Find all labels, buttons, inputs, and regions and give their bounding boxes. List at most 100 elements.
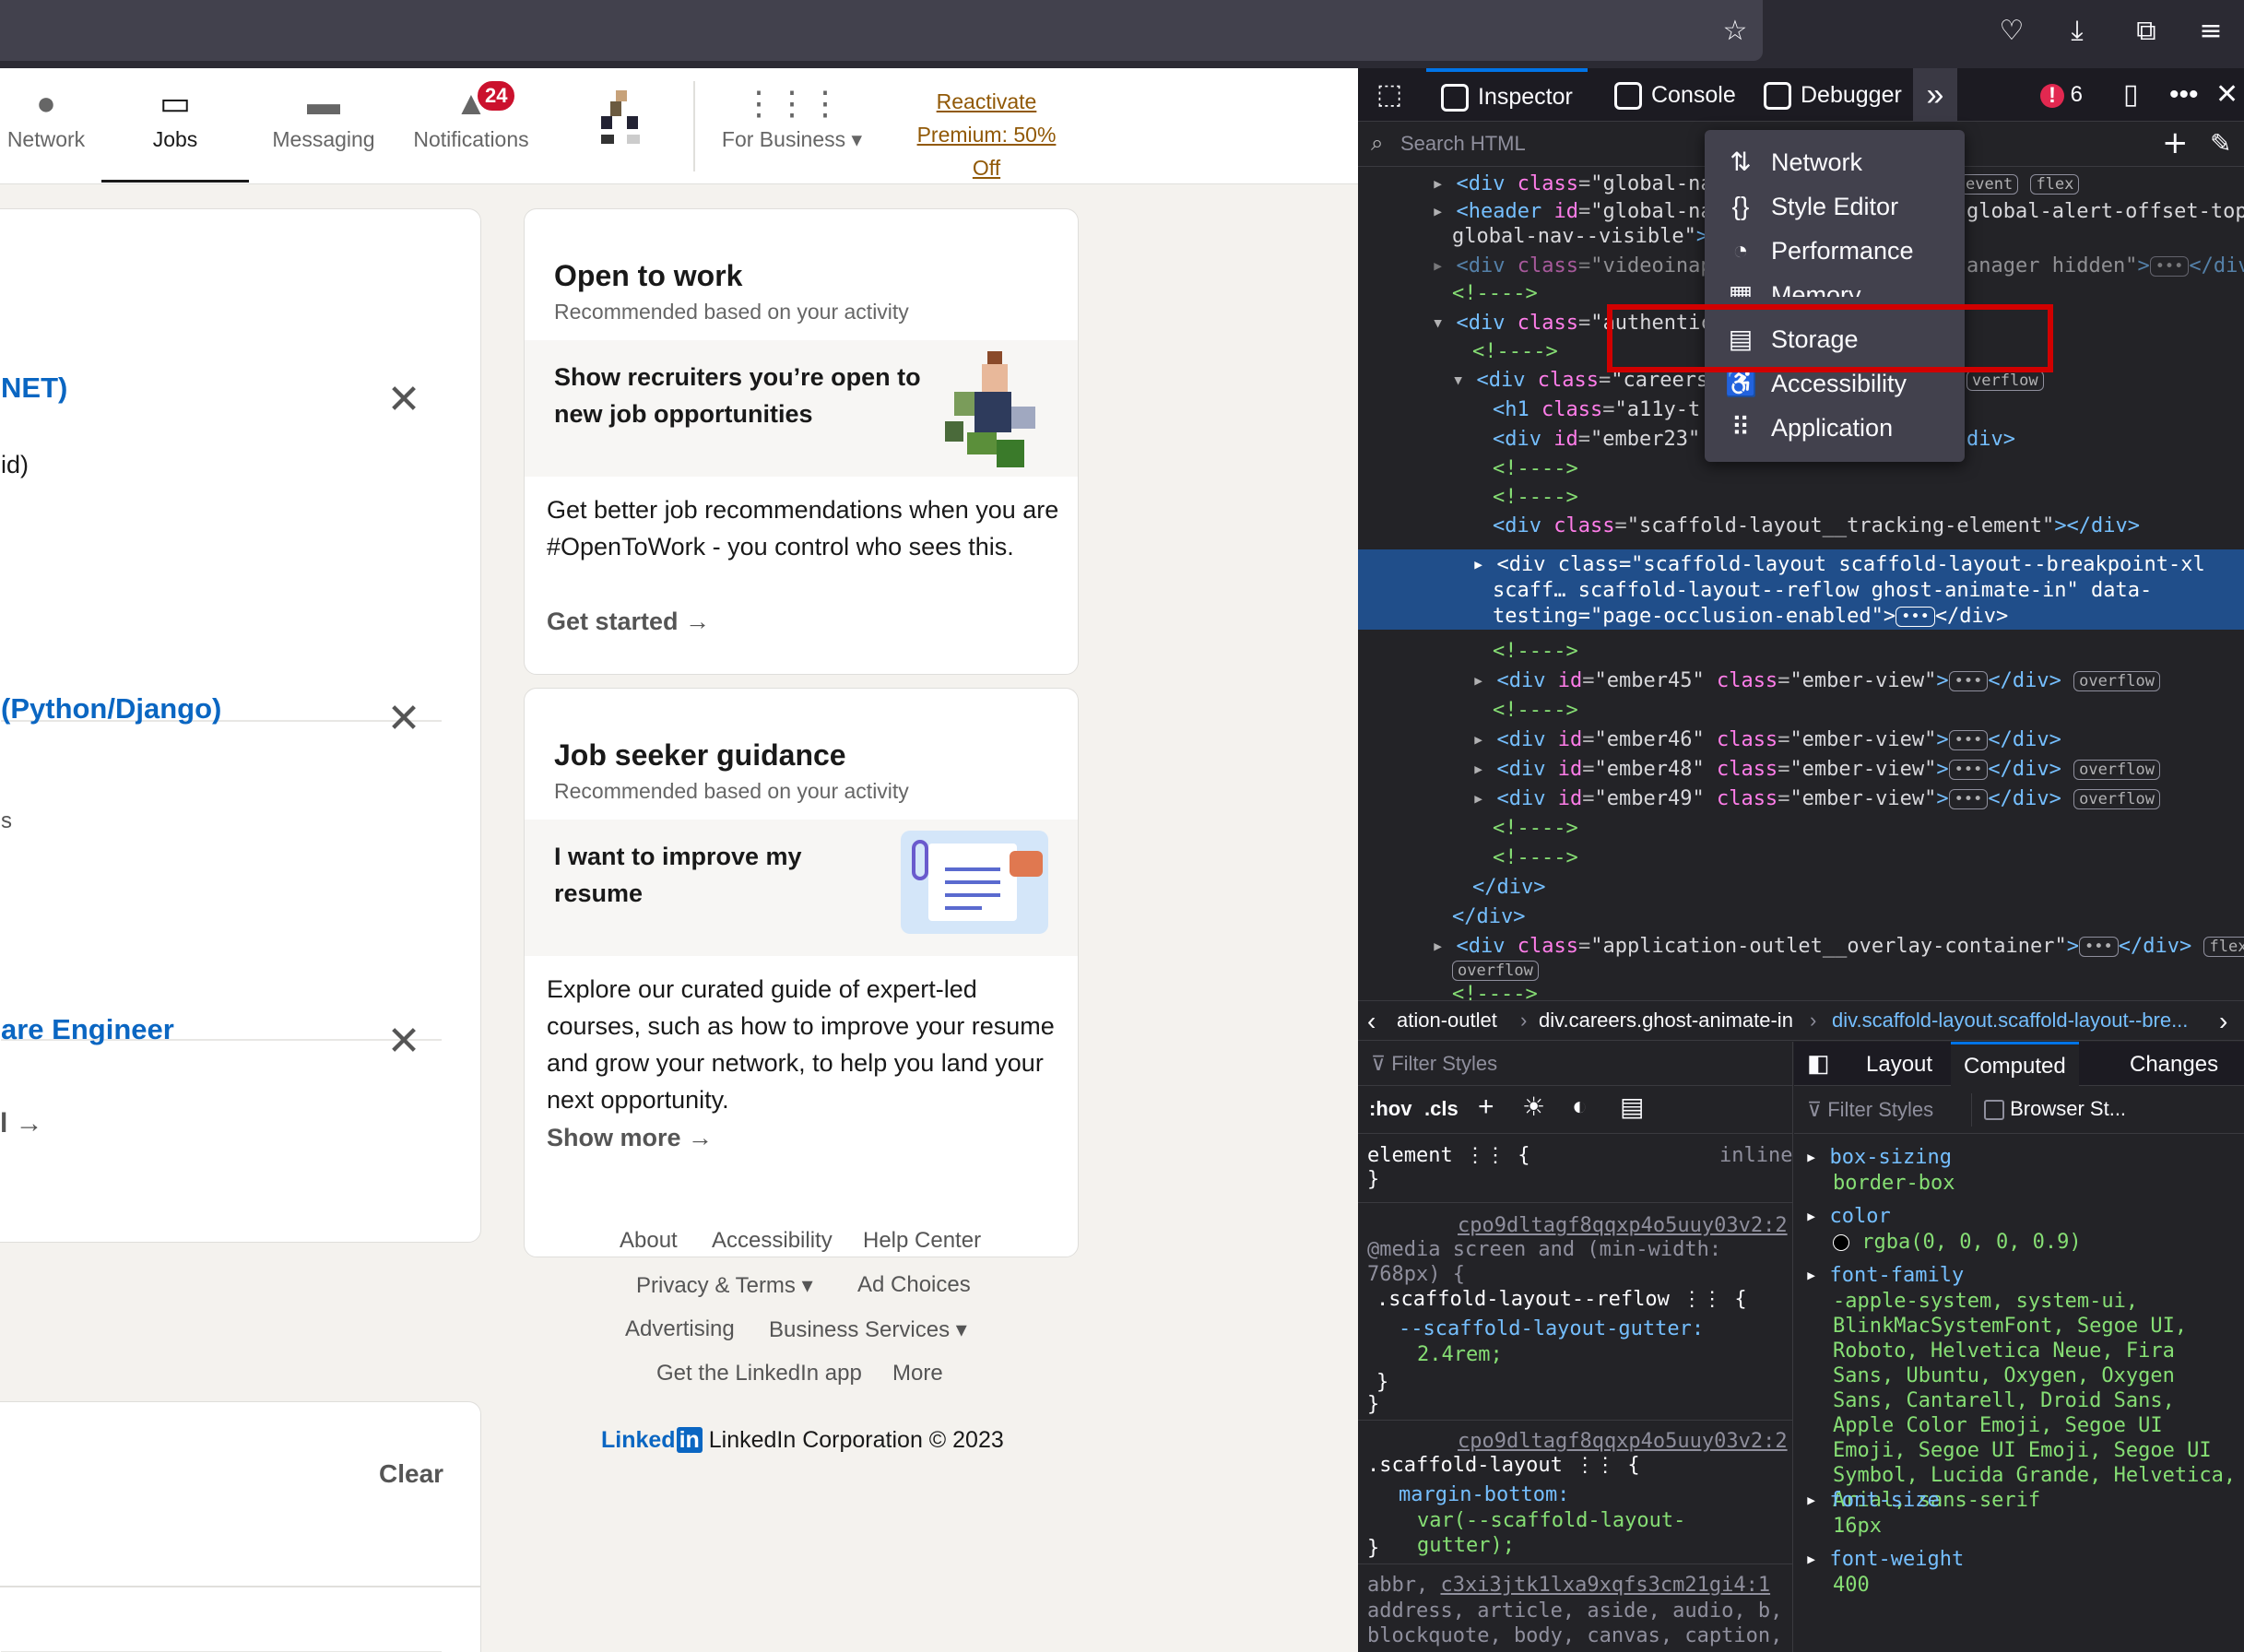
eyedropper-icon[interactable]: ✎ [2210,128,2231,159]
dismiss-job-button[interactable]: ✕ [384,380,423,420]
nav-notifications[interactable]: ▲ 24 Notifications [402,79,540,183]
tab-computed[interactable]: Computed [1951,1042,2079,1086]
linkedin-page: ● Network ▭ Jobs ▬ Messaging ▲ 24 Notifi… [0,68,1358,1652]
filter-icon: ⊽ [1807,1098,1823,1121]
cls-toggle[interactable]: .cls [1424,1097,1459,1121]
menu-item-application[interactable]: ⠿ Application [1705,406,1965,450]
job-title-link[interactable]: (Python/Django) [1,692,221,726]
menu-item-memory[interactable]: ▦ Memory [1705,273,1965,297]
computed-prop-name[interactable]: font-family [1830,1264,1965,1287]
card-subtitle: Recommended based on your activity [554,779,909,803]
url-bar[interactable] [0,0,1763,61]
css-property[interactable]: margin-bottom: [1399,1482,1569,1507]
breadcrumb-item-selected[interactable]: div.scaffold-layout.scaffold-layout--bre… [1832,1009,2188,1032]
get-started-button[interactable]: Get started → [547,608,710,636]
rule-selector: .scaffold-layout--reflow ⋮⋮ { [1376,1288,1747,1311]
computed-prop-name[interactable]: font-weight [1830,1548,1965,1571]
resume-guidance-promo[interactable]: I want to improve my resume [525,820,1078,956]
footer-link-get-app[interactable]: Get the LinkedIn app [656,1361,862,1386]
linkedin-logo: Linked in [601,1427,703,1453]
job-title-link[interactable]: NET) [1,372,67,405]
rules-filter-row: ⊽ Filter Styles [1358,1042,1793,1086]
hov-toggle[interactable]: :hov [1369,1097,1411,1121]
footer-link-about[interactable]: About [620,1228,678,1254]
error-count[interactable]: ! 6 [2040,68,2083,122]
nav-network[interactable]: ● Network [0,85,92,183]
print-media-icon[interactable]: ▤ [1620,1092,1644,1122]
color-swatch[interactable] [1833,1234,1849,1251]
add-node-icon[interactable]: + [2162,124,2189,161]
bookmark-star-icon[interactable]: ☆ [1717,13,1754,50]
footer-link-business-services[interactable]: Business Services ▾ [769,1316,967,1343]
extensions-icon[interactable]: ⧉ [2128,13,2165,50]
css-property[interactable]: --scaffold-layout-gutter: [1399,1316,1704,1341]
css-value[interactable]: var(--scaffold-layout-gutter); [1417,1508,1777,1558]
filter-icon: ⊽ [1371,1052,1387,1075]
checkbox-icon [1984,1100,2004,1121]
computed-prop-name[interactable]: font-size [1830,1489,1940,1512]
download-icon[interactable]: ⤓ [2059,13,2096,50]
css-value[interactable]: 2.4rem; [1417,1342,1503,1367]
footer-link-privacy-terms[interactable]: Privacy & Terms ▾ [636,1272,813,1299]
reactivate-premium-link[interactable]: Reactivate Premium: 50% Off [904,85,1069,184]
show-more-button[interactable]: Show more → [547,1124,713,1152]
resume-illustration [901,831,1048,934]
breadcrumb-item[interactable]: ation-outlet [1397,1009,1497,1032]
dark-mode-icon[interactable]: ◐ [1572,1092,1588,1121]
computed-filter-input[interactable]: ⊽ Filter Styles [1807,1098,1933,1122]
computed-filter-row: ⊽ Filter Styles Browser St... [1794,1086,2244,1134]
tab-changes[interactable]: Changes [2130,1052,2218,1078]
browser-styles-checkbox[interactable]: Browser St... [1984,1097,2126,1121]
more-tools-chevron-icon[interactable]: » [1913,68,1957,122]
menu-item-performance[interactable]: ◔ Performance [1705,229,1965,273]
tab-debugger[interactable]: Debugger [1749,68,1917,122]
footer-link-accessibility[interactable]: Accessibility [712,1228,833,1254]
computed-prop-name[interactable]: color [1830,1205,1891,1228]
filter-styles-input[interactable]: ⊽ Filter Styles [1371,1052,1497,1076]
chevron-left-icon[interactable]: ‹ [1367,1007,1376,1036]
pocket-icon[interactable]: ♡ [1993,13,2030,50]
nav-jobs[interactable]: ▭ Jobs [101,85,249,183]
add-rule-icon[interactable]: + [1478,1092,1494,1123]
toggle-sidebar-icon[interactable]: ◧ [1807,1049,1830,1078]
overflow-menu-icon[interactable]: ••• [2169,68,2199,122]
responsive-design-icon[interactable]: ▯ [2123,68,2139,122]
footer-link-more[interactable]: More [892,1361,943,1386]
footer-link-ad-choices[interactable]: Ad Choices [857,1272,971,1298]
element-picker-icon[interactable]: ⬚ [1371,68,1408,122]
dismiss-job-button[interactable]: ✕ [384,699,423,739]
job-meta: s [1,808,12,833]
dismiss-job-button[interactable]: ✕ [384,1021,423,1062]
menu-item-network[interactable]: ⇅ Network [1705,140,1965,184]
menu-icon[interactable]: ≡ [2192,13,2229,50]
chevron-right-icon[interactable]: › [2219,1007,2227,1036]
search-html-input[interactable]: Search HTML [1400,132,1526,156]
nav-for-business[interactable]: ⋮⋮⋮ For Business ▾ [714,85,870,183]
job-title-link[interactable]: are Engineer [1,1013,174,1046]
computed-prop-name[interactable]: box-sizing [1830,1146,1952,1169]
footer-link-help-center[interactable]: Help Center [863,1228,981,1254]
notifications-icon: ▲ [455,84,488,122]
menu-item-style-editor[interactable]: {} Style Editor [1705,184,1965,229]
rule-source-link[interactable]: c3xi3jtk1lxa9xqfs3cm21gi4:1 [1440,1574,1770,1597]
storage-highlight-box [1607,304,2053,372]
recent-searches-card: Clear [0,1401,481,1652]
rule-source-link[interactable]: cpo9dltagf8qqxp4o5uuy03v2:2 [1458,1213,1788,1238]
avatar[interactable] [596,90,645,157]
light-mode-icon[interactable]: ☀ [1522,1092,1545,1122]
rule-source-link[interactable]: cpo9dltagf8qqxp4o5uuy03v2:2 [1458,1429,1788,1454]
footer-link-advertising[interactable]: Advertising [625,1316,735,1342]
breadcrumb-item[interactable]: div.careers.ghost-animate-in [1539,1009,1793,1032]
show-all-link[interactable]: l → [0,1108,43,1139]
tab-console[interactable]: Console [1600,68,1751,122]
more-tools-menu: ⇅ Network {} Style Editor ◔ Performance ▦ Me… [1705,130,1965,462]
clear-button[interactable]: Clear [379,1459,443,1489]
tab-layout[interactable]: Layout [1866,1052,1932,1078]
linkedin-nav: ● Network ▭ Jobs ▬ Messaging ▲ 24 Notifi… [0,68,1358,184]
card-title: Open to work [554,259,743,292]
open-to-work-promo[interactable]: Show recruiters you’re open to new job o… [525,340,1078,477]
selected-node[interactable]: ▸ <div class="scaffold-layout scaffold-l… [1358,549,2244,630]
tab-inspector[interactable]: Inspector [1426,68,1588,122]
close-icon[interactable]: ✕ [2215,68,2238,122]
nav-messaging[interactable]: ▬ Messaging [266,85,382,183]
